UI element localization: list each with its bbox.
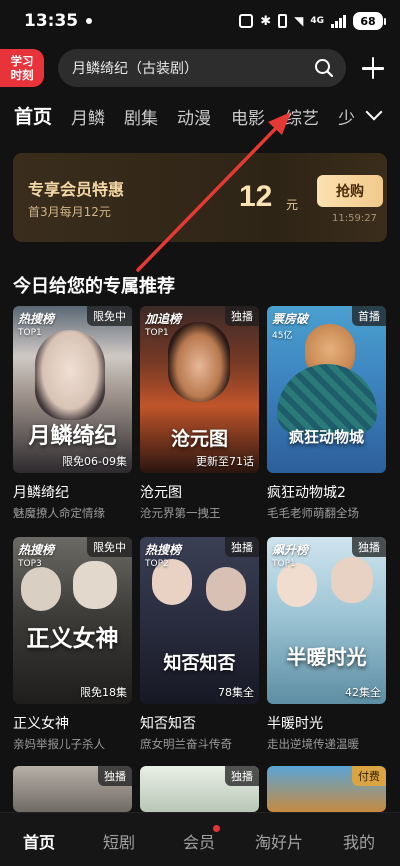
status-time: 13:35: [24, 11, 79, 31]
card-title[interactable]: 正义女神: [13, 713, 69, 733]
poster-image[interactable]: 疯狂动物城 票房破 45亿 首播: [267, 306, 386, 473]
tab-home[interactable]: 首页: [14, 102, 52, 129]
nav-vip[interactable]: 会员: [183, 829, 215, 853]
promo-subtitle: 首3月每月12元: [28, 205, 111, 219]
card-title[interactable]: 疯狂动物城2: [267, 482, 346, 502]
episode-label: 42集全: [345, 686, 381, 699]
add-icon[interactable]: [360, 55, 386, 81]
nav-short-drama[interactable]: 短剧: [103, 829, 135, 853]
more-tabs-button[interactable]: [364, 103, 386, 126]
rank-badge: 加追榜 TOP1: [145, 312, 182, 338]
poster-image[interactable]: 沧元图 加追榜 TOP1 独播 更新至71话: [140, 306, 259, 473]
wifi-icon: ◥: [294, 14, 304, 28]
rank-badge: 热搜榜 TOP2: [145, 543, 182, 569]
rank-badge: 热搜榜 TOP3: [18, 543, 55, 569]
rank-badge: 飙升榜 TOP1: [272, 543, 309, 569]
status-badge: 限免中: [87, 306, 132, 326]
card-subtitle: 毛毛老师萌翻全场: [267, 506, 359, 520]
poster-image[interactable]: 半暖时光 飙升榜 TOP1 独播 42集全: [267, 537, 386, 704]
status-badge: 首播: [352, 306, 386, 326]
category-tabs: 首页 月鳞 剧集 动漫 电影 综艺 少: [0, 98, 400, 134]
card-title[interactable]: 半暖时光: [267, 713, 323, 733]
network-type: 4G: [310, 16, 324, 26]
status-badge: 独播: [225, 766, 259, 786]
card-subtitle: 走出逆境传递温暖: [267, 737, 359, 751]
promo-price: 12: [239, 180, 273, 213]
nfc-icon: [239, 14, 254, 28]
rank-badge: 热搜榜 TOP1: [18, 312, 55, 338]
poster-image[interactable]: 正义女神 热搜榜 TOP3 限免中 限免18集: [13, 537, 132, 704]
status-badge: 独播: [225, 537, 259, 557]
signal-icon: [331, 14, 346, 28]
notification-dot-icon: [213, 825, 220, 832]
tab-anime[interactable]: 动漫: [177, 104, 211, 129]
battery-icon: 68: [353, 12, 386, 30]
poster-title-art: 疯狂动物城: [288, 428, 364, 446]
bottom-navigation: 首页 短剧 会员 淘好片 我的: [0, 812, 400, 866]
poster-title-art: 知否知否: [163, 653, 236, 674]
battery-level: 68: [353, 12, 383, 30]
status-badge: 付费: [352, 766, 386, 786]
poster-title-art: 沧元图: [170, 428, 228, 450]
card-subtitle: 沧元界第一拽王: [140, 506, 221, 520]
card-subtitle: 亲妈举报儿子杀人: [13, 737, 105, 751]
status-bar: 13:35 ✱ ◥ 4G 68: [0, 0, 400, 42]
search-placeholder: 月鳞绮纪（古装剧）: [72, 61, 198, 77]
status-badge: 限免中: [87, 537, 132, 557]
top-header: 学习 时刻 月鳞绮纪（古装剧）: [0, 46, 400, 90]
vibrate-icon: [278, 14, 288, 28]
card-subtitle: 魅魔撩人命定情缘: [13, 506, 105, 520]
poster-image[interactable]: 付费: [267, 766, 386, 812]
status-badge: 独播: [98, 766, 132, 786]
episode-label: 78集全: [218, 686, 254, 699]
tab-yuelin[interactable]: 月鳞: [71, 104, 105, 129]
promo-countdown: 11:59:27: [332, 213, 377, 224]
promo-title: 专享会员特惠: [28, 180, 125, 199]
poster-image[interactable]: 独播: [13, 766, 132, 812]
nav-find-movies[interactable]: 淘好片: [255, 829, 303, 853]
nav-mine[interactable]: 我的: [343, 829, 375, 853]
tab-movie[interactable]: 电影: [231, 104, 265, 129]
search-icon[interactable]: [314, 58, 334, 78]
notification-dot-icon: [86, 18, 93, 24]
study-badge-line2: 时刻: [10, 68, 34, 82]
section-title: 今日给您的专属推荐: [13, 276, 175, 297]
poster-title-art: 正义女神: [26, 625, 119, 652]
bluetooth-icon: ✱: [260, 13, 272, 29]
rank-badge: 票房破 45亿: [272, 312, 309, 341]
episode-label: 限免06-09集: [62, 455, 127, 468]
poster-image[interactable]: 知否知否 热搜榜 TOP2 独播 78集全: [140, 537, 259, 704]
status-badge: 独播: [225, 306, 259, 326]
poster-image[interactable]: 月鳞绮纪 热搜榜 TOP1 限免中 限免06-09集: [13, 306, 132, 473]
episode-label: 更新至71话: [196, 455, 254, 468]
status-badge: 独播: [352, 537, 386, 557]
promo-price-unit: 元: [286, 198, 299, 212]
tab-variety[interactable]: 综艺: [285, 104, 319, 129]
study-time-badge[interactable]: 学习 时刻: [0, 49, 44, 87]
study-badge-line1: 学习: [10, 54, 34, 68]
card-subtitle: 庶女明兰奋斗传奇: [140, 737, 232, 751]
vip-promo-banner[interactable]: 专享会员特惠 首3月每月12元 12 元 抢购 11:59:27: [13, 153, 387, 242]
episode-label: 限免18集: [80, 686, 127, 699]
poster-image[interactable]: 独播: [140, 766, 259, 812]
card-title[interactable]: 沧元图: [140, 482, 182, 502]
buy-button[interactable]: 抢购: [317, 175, 383, 207]
card-title[interactable]: 月鳞绮纪: [13, 482, 69, 502]
card-title[interactable]: 知否知否: [140, 713, 196, 733]
tab-kids[interactable]: 少: [338, 104, 355, 129]
nav-home[interactable]: 首页: [23, 829, 55, 853]
poster-title-art: 月鳞绮纪: [28, 423, 117, 449]
poster-title-art: 半暖时光: [286, 645, 367, 669]
search-input[interactable]: 月鳞绮纪（古装剧）: [58, 49, 346, 87]
chevron-down-icon: [365, 103, 383, 121]
tab-series[interactable]: 剧集: [124, 104, 158, 129]
